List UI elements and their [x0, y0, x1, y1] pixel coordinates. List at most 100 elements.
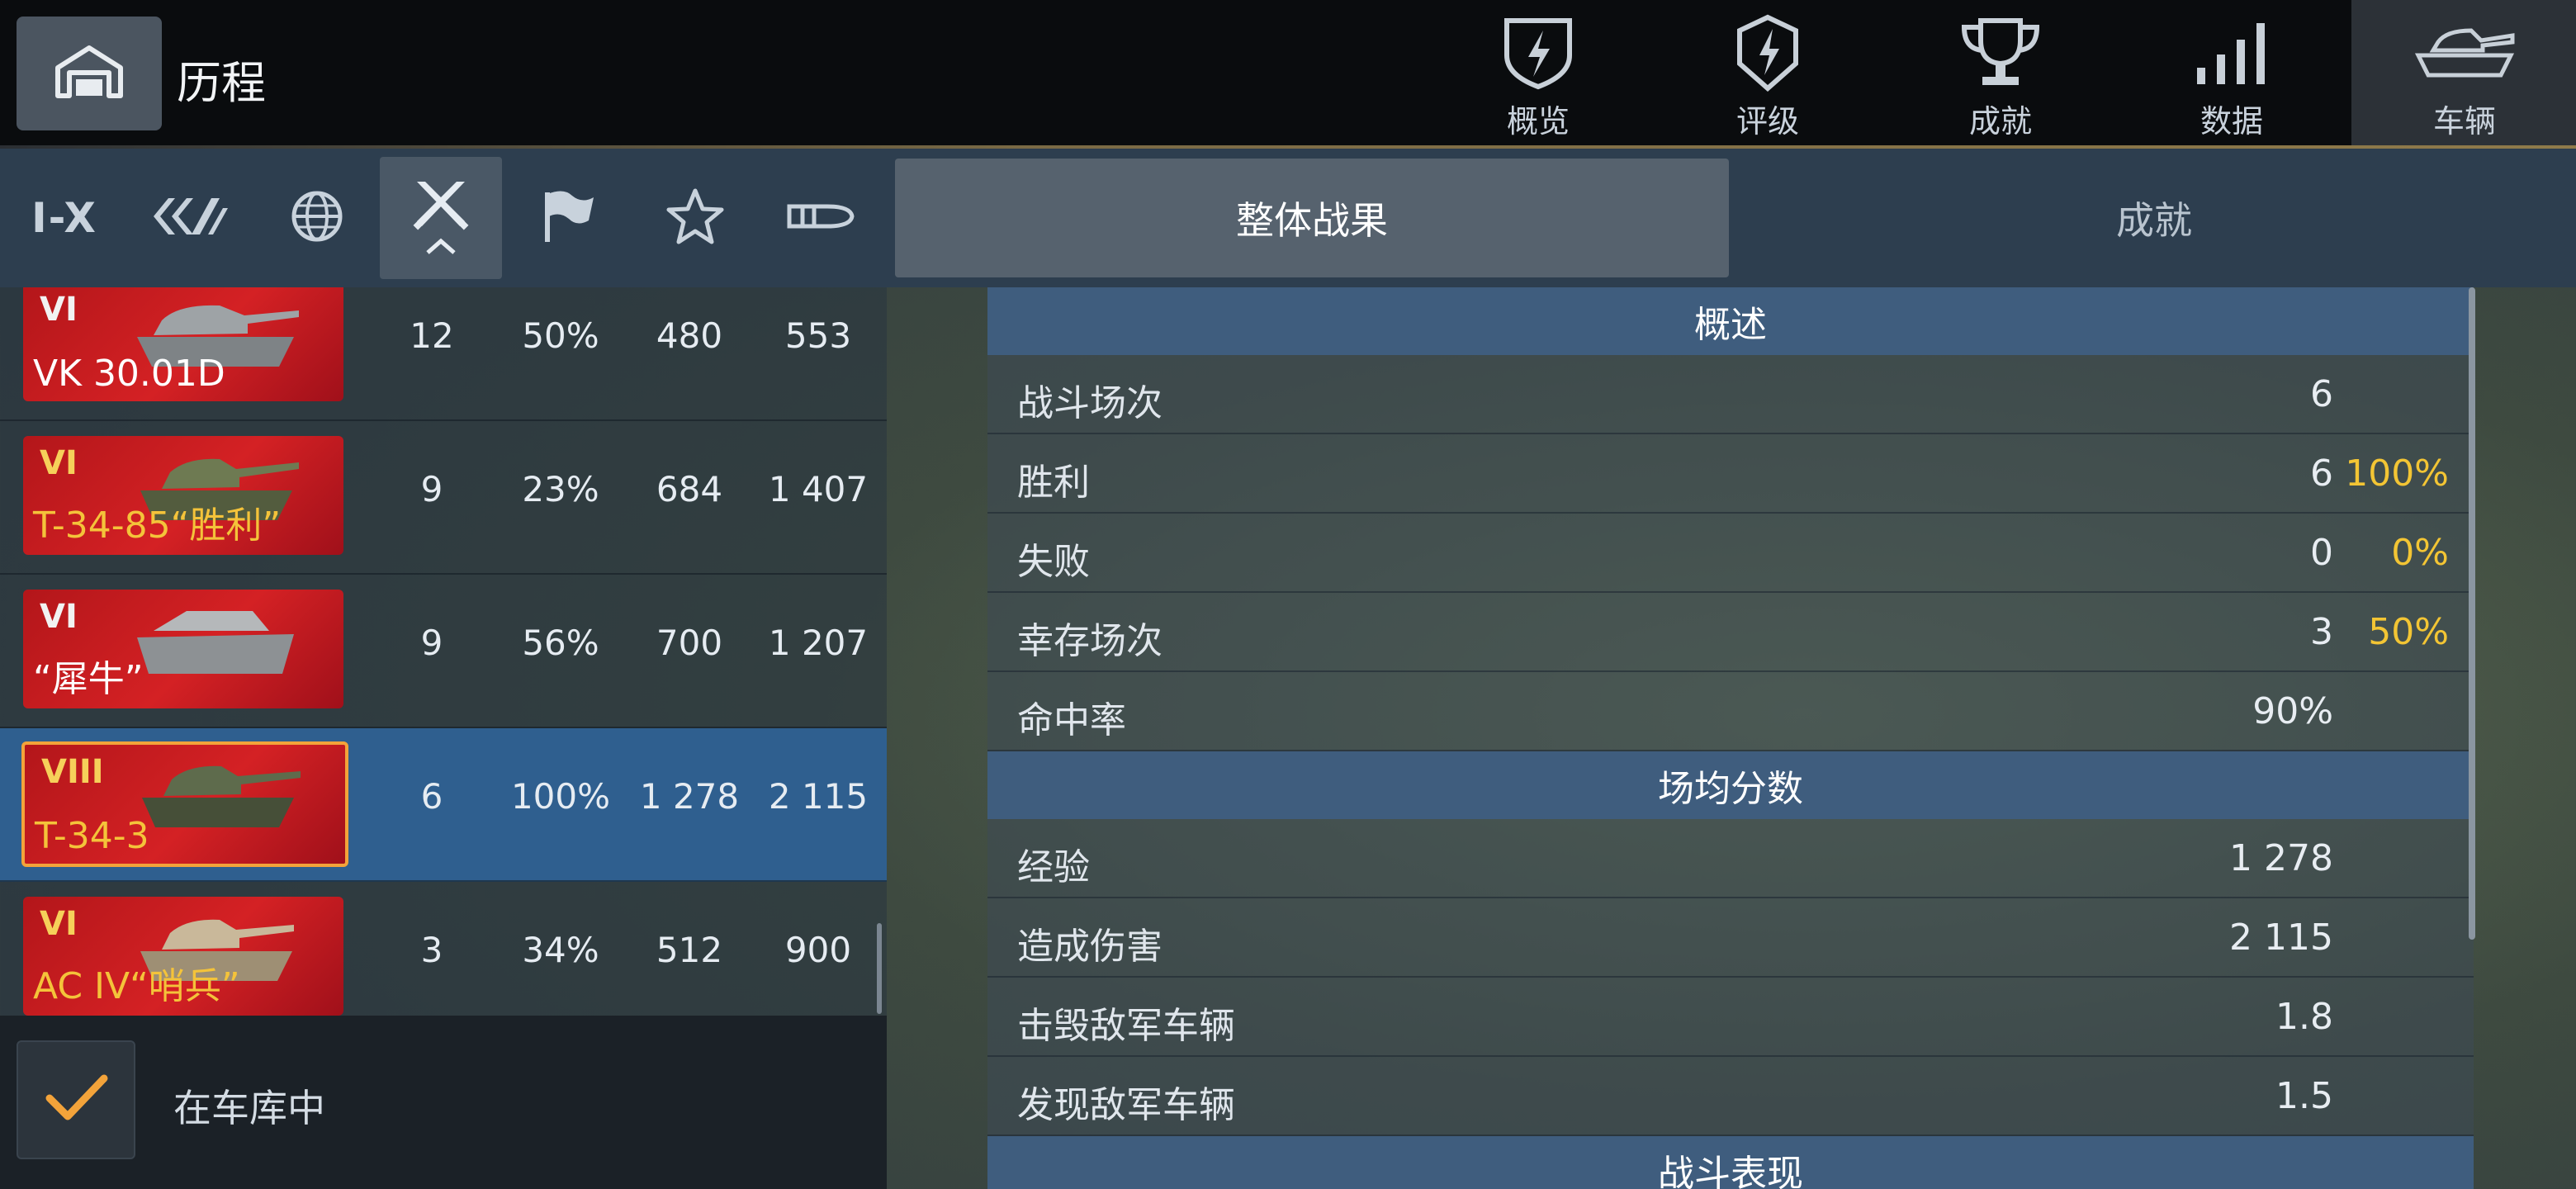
- stat-percent: 100%: [2345, 452, 2449, 495]
- tab-vehicle-achievements-label: 成就: [2116, 198, 2192, 243]
- tier-filter[interactable]: I-X: [3, 157, 125, 279]
- shield-lightning-icon: [1500, 13, 1576, 92]
- winrate-sort[interactable]: [507, 157, 629, 279]
- tier-badge: VI: [40, 291, 78, 329]
- detail-tabs: 整体战果 成就: [887, 149, 2576, 287]
- winrate-value: 100%: [510, 776, 611, 817]
- filter-bar: I-X: [0, 149, 887, 287]
- in-garage-checkbox[interactable]: [17, 1040, 135, 1159]
- checkmark-icon: [43, 1072, 109, 1128]
- stat-row: 击毁敌军车辆 1.8: [987, 978, 2474, 1057]
- tank-icon: [2413, 13, 2516, 92]
- vehicle-row[interactable]: VI VK 30.01D 12 50% 480 553: [0, 287, 887, 421]
- winrate-value: 56%: [522, 623, 599, 663]
- vehicle-name: AC IV“哨兵”: [33, 965, 240, 1007]
- battles-sort[interactable]: [380, 157, 502, 279]
- battles-value: 9: [420, 623, 443, 663]
- sort-chevron-up-icon: [424, 238, 457, 259]
- page-title: 历程: [177, 57, 266, 109]
- vehicle-name: “犀牛”: [33, 658, 144, 700]
- tank-image-icon: [130, 750, 304, 844]
- battles-value: 12: [410, 315, 454, 356]
- tab-vehicle-achievements[interactable]: 成就: [1737, 159, 2571, 277]
- garage-filter: 在车库中: [0, 1016, 887, 1189]
- stat-label: 造成伤害: [1017, 926, 1163, 968]
- vehicle-class-filter[interactable]: [129, 157, 251, 279]
- nation-filter[interactable]: [256, 157, 378, 279]
- tab-rating[interactable]: 评级: [1655, 0, 1881, 145]
- tab-statistics-label: 数据: [2200, 103, 2263, 140]
- tab-achievements[interactable]: 成就: [1887, 0, 2114, 145]
- vehicle-card: VI T-34-85“胜利”: [23, 436, 343, 555]
- stat-value: 1.8: [2275, 996, 2333, 1038]
- stat-value: 2 115: [2229, 917, 2333, 959]
- stat-value: 3: [2310, 611, 2333, 653]
- rating-badge-icon: [1735, 13, 1801, 92]
- vehicle-card: VI “犀牛”: [23, 590, 343, 708]
- tab-overview[interactable]: 概览: [1425, 0, 1651, 145]
- vehicle-row[interactable]: VI T-34-85“胜利” 9 23% 684 1 407: [0, 421, 887, 575]
- vehicle-row-selected[interactable]: VIII T-34-3 6 100% 1 278 2 115: [0, 728, 887, 882]
- xp-star-icon: [665, 187, 725, 249]
- in-garage-label: 在车库中: [173, 1086, 325, 1130]
- vehicle-row[interactable]: VI “犀牛” 9 56% 700 1 207: [0, 575, 887, 728]
- winrate-value: 50%: [522, 315, 599, 356]
- garage-home-icon: [54, 43, 124, 104]
- stats-panel[interactable]: 概述 战斗场次 6 胜利 6 100% 失败 0 0% 幸存场次 3 50% 命…: [987, 287, 2474, 1189]
- tab-statistics[interactable]: 数据: [2119, 0, 2345, 145]
- stat-label: 失败: [1017, 541, 1090, 583]
- stat-row: 造成伤害 2 115: [987, 898, 2474, 978]
- vehicle-card: VI VK 30.01D: [23, 287, 343, 401]
- battles-value: 9: [420, 469, 443, 509]
- tab-vehicles[interactable]: 车辆: [2351, 0, 2576, 145]
- home-button[interactable]: [17, 17, 162, 130]
- stat-label: 命中率: [1017, 699, 1126, 741]
- stat-value: 90%: [2252, 690, 2333, 732]
- stat-value: 6: [2310, 452, 2333, 495]
- tab-rating-label: 评级: [1735, 103, 1799, 140]
- damage-shell-icon: [786, 192, 855, 244]
- tier-badge: VI: [40, 598, 78, 636]
- stat-label: 发现敌军车辆: [1017, 1084, 1235, 1126]
- xp-sort[interactable]: [634, 157, 756, 279]
- xp-value: 1 278: [639, 776, 740, 817]
- xp-value: 512: [656, 930, 723, 970]
- stat-row: 胜利 6 100%: [987, 434, 2474, 514]
- stat-percent: 50%: [2368, 611, 2449, 653]
- stat-value: 1.5: [2275, 1075, 2333, 1117]
- stat-label: 战斗场次: [1017, 382, 1163, 424]
- stat-row: 战斗场次 6: [987, 355, 2474, 434]
- section-header-overview: 概述: [987, 287, 2474, 355]
- stat-label: 击毁敌军车辆: [1017, 1005, 1235, 1047]
- battles-crossed-swords-icon: [410, 177, 471, 238]
- winrate-value: 34%: [522, 930, 599, 970]
- trophy-icon: [1958, 13, 2043, 92]
- xp-value: 480: [656, 315, 723, 356]
- tab-achievements-label: 成就: [1968, 103, 2032, 140]
- stat-row: 发现敌军车辆 1.5: [987, 1057, 2474, 1136]
- vehicle-card: VIII T-34-3: [21, 741, 348, 867]
- vehicle-name: T-34-85“胜利”: [33, 504, 282, 547]
- stat-row: 幸存场次 3 50%: [987, 593, 2474, 672]
- section-header-performance: 战斗表现: [987, 1136, 2474, 1189]
- vehicle-name: T-34-3: [35, 815, 149, 857]
- list-scrollbar[interactable]: [877, 923, 882, 1014]
- vehicle-row[interactable]: VI AC IV“哨兵” 3 34% 512 900: [0, 882, 887, 1016]
- stats-scrollbar[interactable]: [2469, 287, 2475, 940]
- damage-value: 553: [784, 315, 852, 356]
- stat-value: 0: [2310, 532, 2333, 574]
- tab-overall-results[interactable]: 整体战果: [895, 159, 1729, 277]
- damage-sort[interactable]: [760, 157, 882, 279]
- battles-value: 6: [420, 776, 443, 817]
- vehicle-name: VK 30.01D: [33, 353, 225, 395]
- battles-value: 3: [420, 930, 443, 970]
- vehicle-list[interactable]: VI VK 30.01D 12 50% 480 553 VI T-34-85“胜…: [0, 287, 887, 1016]
- stat-label: 胜利: [1017, 462, 1090, 504]
- xp-value: 684: [656, 469, 723, 509]
- tier-filter-label: I-X: [31, 194, 97, 242]
- stat-value: 6: [2310, 373, 2333, 415]
- damage-value: 900: [784, 930, 852, 970]
- tab-vehicles-label: 车辆: [2432, 103, 2496, 140]
- stat-row: 失败 0 0%: [987, 514, 2474, 593]
- tab-overview-label: 概览: [1506, 103, 1570, 140]
